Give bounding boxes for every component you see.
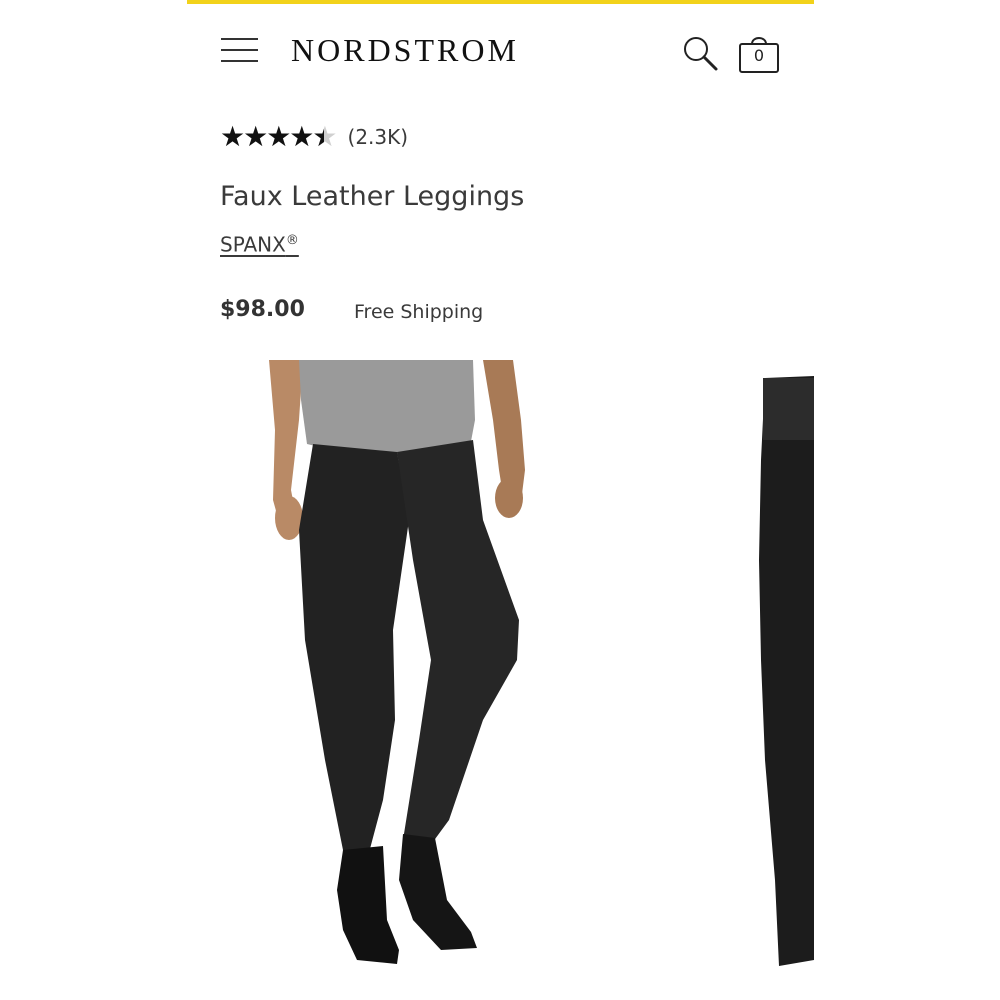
- review-count[interactable]: (2.3K): [348, 125, 409, 149]
- hamburger-menu-icon[interactable]: [221, 34, 259, 64]
- model-wearing-leggings-photo[interactable]: [187, 360, 717, 1000]
- search-icon[interactable]: [681, 34, 721, 74]
- leggings-side-photo[interactable]: [735, 360, 814, 1000]
- product-image-gallery[interactable]: [187, 360, 814, 1000]
- brand-link[interactable]: SPANX®: [220, 226, 299, 260]
- bag-count: 0: [753, 46, 765, 65]
- shopping-bag-icon[interactable]: 0: [738, 32, 782, 74]
- brand-name: SPANX: [220, 232, 286, 257]
- registered-mark: ®: [285, 233, 299, 248]
- star-rating-fill: ★★★★★: [220, 121, 324, 153]
- mobile-screen: NORDSTROM 0 ★★★★★ ★★★★★ (2.3K) Faux Leat…: [187, 0, 814, 1000]
- star-rating-icon: ★★★★★ ★★★★★: [220, 121, 338, 153]
- site-header: NORDSTROM 0: [187, 4, 814, 96]
- product-rating[interactable]: ★★★★★ ★★★★★ (2.3K): [220, 121, 408, 153]
- product-title: Faux Leather Leggings: [220, 181, 525, 212]
- product-price: $98.00: [220, 297, 305, 322]
- nordstrom-logo[interactable]: NORDSTROM: [291, 30, 519, 70]
- shipping-info: Free Shipping: [354, 301, 484, 323]
